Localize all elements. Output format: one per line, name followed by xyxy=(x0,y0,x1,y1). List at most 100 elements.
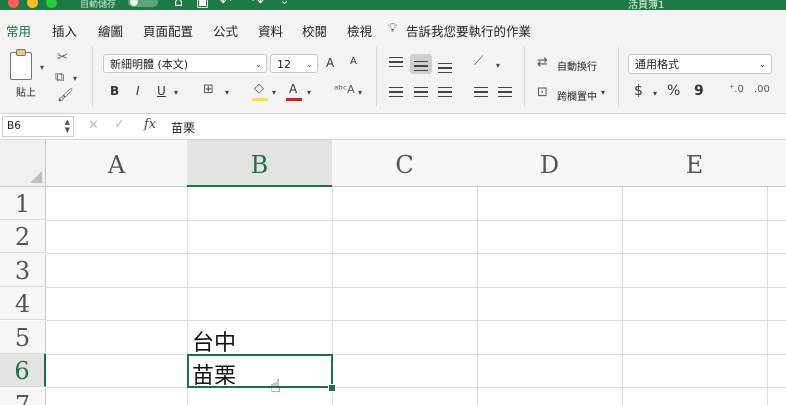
number-format-value: 通用格式 xyxy=(635,58,679,71)
column-header-a[interactable]: A xyxy=(46,140,188,187)
name-box-stepper-icon[interactable]: ▲ ▼ xyxy=(65,118,70,134)
fill-color-icon[interactable]: ◇ xyxy=(254,81,264,96)
tab-draw[interactable]: 繪圖 xyxy=(98,21,123,40)
gridline xyxy=(46,387,786,388)
borders-icon[interactable]: ⊞ xyxy=(203,82,214,97)
tell-me-search[interactable]: 告訴我您要執行的作業 xyxy=(406,21,531,40)
chevron-down-icon: ⌄ xyxy=(759,60,766,69)
row-header-2[interactable]: 2 xyxy=(0,220,46,253)
tab-view[interactable]: 檢視 xyxy=(347,21,372,40)
borders-dropdown-icon[interactable]: ▾ xyxy=(225,88,229,97)
tab-insert[interactable]: 插入 xyxy=(52,21,77,40)
column-header-f[interactable] xyxy=(767,140,786,187)
lightbulb-icon: 💡︎ xyxy=(388,21,398,36)
title-bar: 自動儲存 ⌂ ▣ ↶ ↷ ⌄ 活頁簿1 xyxy=(0,0,786,10)
merge-center-dropdown-icon[interactable]: ▾ xyxy=(601,88,605,97)
formula-input[interactable]: 苗栗 xyxy=(171,119,195,136)
align-middle-icon[interactable] xyxy=(414,61,428,74)
name-box[interactable]: B6 ▲ ▼ xyxy=(2,116,74,137)
cancel-icon[interactable]: ✕ xyxy=(88,118,99,133)
tab-formulas[interactable]: 公式 xyxy=(213,21,238,40)
underline-dropdown-icon[interactable]: ▾ xyxy=(174,88,178,97)
cut-icon[interactable]: ✂ xyxy=(57,50,68,65)
merge-center-button[interactable]: 跨欄置中 xyxy=(557,88,597,103)
wrap-text-button[interactable]: 自動換行 xyxy=(557,58,597,73)
underline-button[interactable]: U xyxy=(157,84,166,98)
number-format-select[interactable]: 通用格式 ⌄ xyxy=(628,54,772,74)
currency-format-button[interactable]: $ xyxy=(634,83,643,99)
tab-review[interactable]: 校閱 xyxy=(302,21,327,40)
percent-format-button[interactable]: % xyxy=(667,83,680,99)
chevron-down-icon[interactable]: ⌄ xyxy=(280,0,289,7)
increase-decimal-icon[interactable]: ⁺.0 xyxy=(729,84,744,95)
increase-indent-icon[interactable] xyxy=(498,87,512,100)
align-center-icon[interactable] xyxy=(414,87,428,100)
phonetic-dropdown-icon[interactable]: ▾ xyxy=(358,88,362,97)
cell-b5[interactable]: 台中 xyxy=(192,325,236,357)
save-icon[interactable]: ▣ xyxy=(196,0,209,10)
ribbon-home: ▾ 貼上 ✂ ⧉ ▾ 🖌︎ 新細明體 (本文) ⌄ 12 ⌄ A A B I U… xyxy=(0,41,786,114)
autosave-toggle[interactable] xyxy=(128,0,158,7)
copy-icon[interactable]: ⧉ xyxy=(55,70,64,85)
comma-style-button[interactable]: 9 xyxy=(694,83,704,99)
undo-icon[interactable]: ↶ xyxy=(220,0,232,10)
font-name-value: 新細明體 (本文) xyxy=(110,58,189,71)
close-window-button[interactable] xyxy=(8,0,19,8)
wrap-text-icon[interactable]: ⇄ xyxy=(537,55,548,70)
row-header-6[interactable]: 6 xyxy=(0,354,46,387)
align-left-icon[interactable] xyxy=(389,87,403,100)
fill-handle[interactable] xyxy=(328,384,336,392)
phonetic-icon[interactable]: ᵃᵇᶜA xyxy=(334,83,355,96)
decrease-decimal-icon[interactable]: .00 xyxy=(754,84,770,95)
active-cell-selection[interactable] xyxy=(187,354,333,388)
fill-color-dropdown-icon[interactable]: ▾ xyxy=(272,88,276,97)
hand-cursor-icon: ☝ xyxy=(270,376,281,397)
tab-page-layout[interactable]: 頁面配置 xyxy=(143,21,193,40)
divider xyxy=(618,47,619,107)
paste-dropdown-icon[interactable]: ▾ xyxy=(40,63,44,72)
column-header-b[interactable]: B xyxy=(187,140,333,187)
autosave-label: 自動儲存 xyxy=(80,0,117,10)
chevron-down-icon: ⌄ xyxy=(255,60,262,69)
home-icon[interactable]: ⌂ xyxy=(174,0,183,10)
bold-button[interactable]: B xyxy=(110,84,119,98)
merge-center-icon[interactable]: ⊡ xyxy=(537,85,548,100)
divider xyxy=(524,47,525,107)
gridline xyxy=(46,320,786,321)
row-header-5[interactable]: 5 xyxy=(0,321,46,354)
insert-function-button[interactable]: fx xyxy=(144,117,156,132)
redo-icon[interactable]: ↷ xyxy=(252,0,264,10)
minimize-window-button[interactable] xyxy=(27,0,38,8)
row-header-4[interactable]: 4 xyxy=(0,287,46,320)
align-top-icon[interactable] xyxy=(389,57,403,70)
align-right-icon[interactable] xyxy=(438,87,452,100)
paste-label[interactable]: 貼上 xyxy=(16,84,36,99)
row-header-7[interactable]: 7 xyxy=(0,388,46,405)
decrease-indent-icon[interactable] xyxy=(474,87,488,100)
column-header-c[interactable]: C xyxy=(332,140,478,187)
currency-dropdown-icon[interactable]: ▾ xyxy=(653,89,657,98)
shrink-font-button[interactable]: A xyxy=(350,56,357,67)
formula-bar: B6 ▲ ▼ ✕ ✓ fx 苗栗 xyxy=(0,114,786,140)
column-header-e[interactable]: E xyxy=(622,140,768,187)
format-painter-icon[interactable]: 🖌︎ xyxy=(57,88,74,103)
paste-icon[interactable] xyxy=(10,49,32,80)
align-bottom-icon[interactable] xyxy=(438,63,452,76)
font-color-button[interactable]: A xyxy=(289,82,297,96)
grow-font-button[interactable]: A xyxy=(326,56,334,70)
tab-data[interactable]: 資料 xyxy=(258,21,283,40)
tab-home[interactable]: 常用 xyxy=(6,21,31,40)
row-header-3[interactable]: 3 xyxy=(0,254,46,287)
select-all-button[interactable] xyxy=(0,140,46,187)
font-name-select[interactable]: 新細明體 (本文) ⌄ xyxy=(103,54,267,73)
enter-icon[interactable]: ✓ xyxy=(114,117,125,132)
row-header-1[interactable]: 1 xyxy=(0,187,46,220)
font-color-dropdown-icon[interactable]: ▾ xyxy=(307,88,311,97)
zoom-window-button[interactable] xyxy=(46,0,57,8)
column-header-d[interactable]: D xyxy=(477,140,623,187)
font-size-select[interactable]: 12 ⌄ xyxy=(270,54,318,73)
copy-dropdown-icon[interactable]: ▾ xyxy=(73,74,77,83)
orientation-icon[interactable]: ⟋ xyxy=(474,54,483,69)
orientation-dropdown-icon[interactable]: ▾ xyxy=(496,61,500,70)
italic-button[interactable]: I xyxy=(136,84,140,98)
